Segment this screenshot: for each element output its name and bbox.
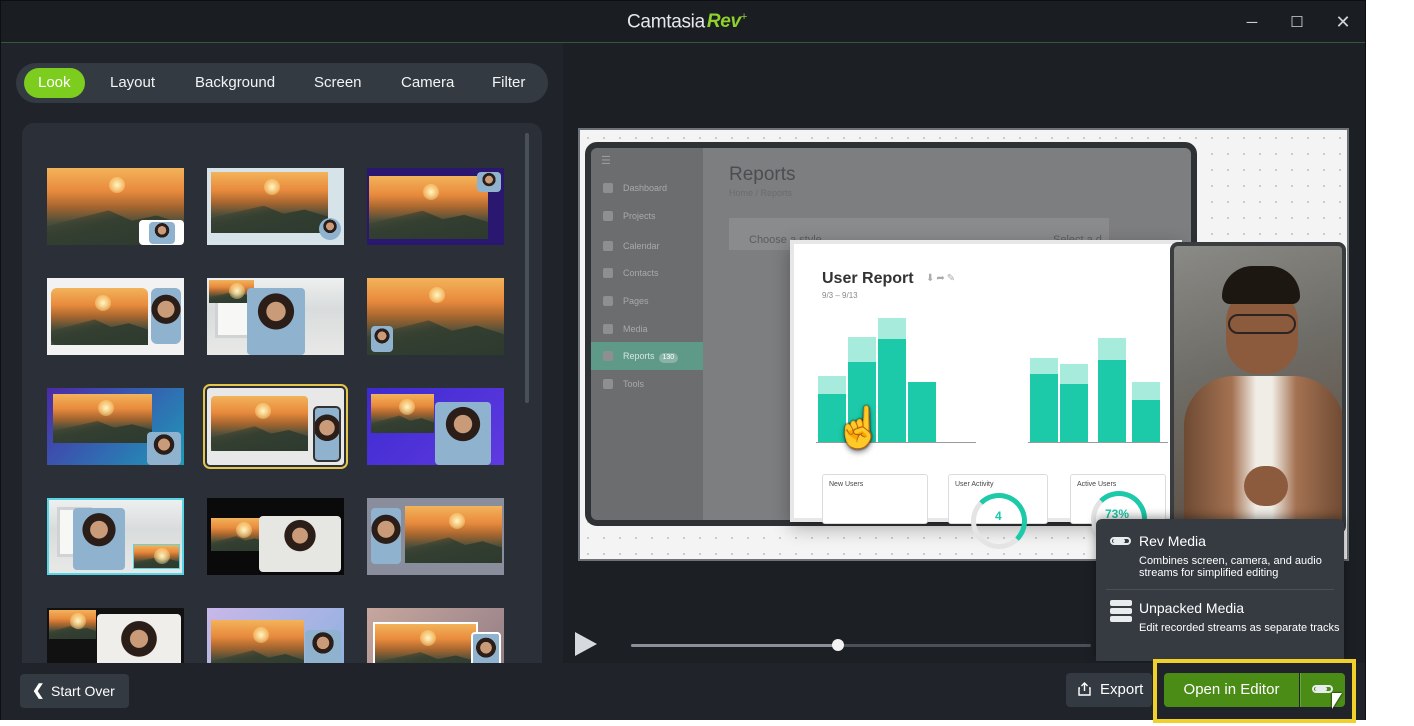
look-thumbnail[interactable] — [367, 278, 504, 355]
look-thumbnail[interactable] — [367, 388, 504, 465]
look-grid-panel — [22, 123, 542, 663]
look-thumbnail[interactable] — [367, 608, 504, 663]
dashboard-nav-item: Media — [591, 315, 703, 343]
option-description: Edit recorded streams as separate tracks — [1139, 622, 1340, 634]
dashboard-nav-item: Dashboard — [591, 174, 703, 202]
start-over-label: Start Over — [51, 683, 115, 699]
user-activity-card: User Activity 4 — [948, 474, 1048, 549]
close-button[interactable]: ✕ — [1332, 11, 1354, 33]
popup-divider — [1106, 589, 1334, 590]
scrubber-handle[interactable] — [832, 639, 844, 651]
camera-overlay — [1170, 242, 1346, 534]
tab-camera[interactable]: Camera — [387, 68, 468, 98]
new-users-label: New Users — [829, 481, 864, 488]
dashboard-sidebar: ☰ Dashboard Projects Calendar Contacts P… — [591, 148, 703, 520]
active-users-card: Active Users 73% — [1070, 474, 1166, 547]
look-thumbnail[interactable] — [367, 168, 504, 245]
open-in-editor-button[interactable]: Open in Editor — [1164, 673, 1299, 707]
title-bar: Camtasia Rev+ ─ ☐ ✕ — [1, 1, 1365, 43]
export-button[interactable]: Export — [1066, 673, 1152, 707]
tab-screen[interactable]: Screen — [300, 68, 376, 98]
look-tabs: Look Layout Background Screen Camera Fil… — [16, 63, 548, 103]
option-title: Unpacked Media — [1139, 600, 1245, 616]
chart-bar — [1030, 374, 1058, 442]
look-thumbnail[interactable] — [207, 278, 344, 355]
look-thumbnail[interactable] — [47, 498, 184, 575]
start-over-button[interactable]: ❮ Start Over — [20, 674, 129, 708]
look-thumbnail[interactable] — [47, 608, 184, 663]
dashboard-nav-item: Tools — [591, 370, 703, 398]
tab-filter[interactable]: Filter — [478, 68, 539, 98]
option-description: Combines screen, camera, and audio strea… — [1139, 555, 1322, 579]
chart-axis — [1028, 442, 1168, 443]
dashboard-nav-item: Contacts — [591, 259, 703, 287]
look-thumbnail[interactable] — [47, 168, 184, 245]
app-title: Camtasia Rev+ — [627, 11, 747, 33]
chevron-left-icon: ❮ — [32, 682, 45, 699]
option-unpacked-media[interactable]: Unpacked Media Edit recorded streams as … — [1106, 600, 1340, 652]
look-thumbnail[interactable] — [207, 608, 344, 663]
brand-suffix: Rev — [706, 11, 741, 33]
tab-look[interactable]: Look — [24, 68, 85, 98]
look-thumbnail[interactable] — [47, 388, 184, 465]
look-grid-scrollbar[interactable] — [525, 133, 529, 403]
export-label: Export — [1100, 681, 1144, 698]
look-thumbnail-selected[interactable] — [203, 384, 348, 469]
hamburger-icon: ☰ — [601, 155, 611, 167]
new-users-card: New Users — [822, 474, 928, 524]
tab-layout[interactable]: Layout — [96, 68, 169, 98]
chart-bar — [1060, 384, 1088, 442]
chart-bar — [908, 382, 936, 442]
toggle-icon — [1110, 537, 1131, 545]
option-title: Rev Media — [1139, 533, 1206, 549]
app-name: Camtasia — [627, 11, 705, 33]
reports-label: Reports — [623, 351, 655, 361]
reports-badge: 130 — [658, 353, 679, 363]
active-users-label: Active Users — [1077, 481, 1117, 488]
dashboard-page-title: Reports — [729, 164, 796, 185]
dashboard-breadcrumb: Home / Reports — [729, 188, 793, 198]
mouse-cursor-icon — [1332, 693, 1342, 709]
chart-bar — [1132, 400, 1160, 442]
report-action-icons: ⬇➦✎ — [926, 273, 958, 284]
look-thumbnail[interactable] — [207, 498, 344, 575]
user-report-card: User Report ⬇➦✎ 9/3 – 9/13 New Users Use… — [790, 240, 1182, 549]
editor-options-popup: Rev Media Combines screen, camera, and a… — [1096, 519, 1344, 661]
stacked-tracks-icon — [1110, 600, 1132, 624]
presenter-avatar — [1184, 266, 1342, 530]
report-date-range: 9/3 – 9/13 — [822, 291, 858, 300]
playback-progress — [631, 644, 838, 647]
share-icon — [1078, 682, 1091, 696]
look-thumbnail[interactable] — [367, 498, 504, 575]
play-button[interactable] — [575, 632, 597, 656]
user-activity-value: 4 — [995, 509, 1002, 523]
option-rev-media[interactable]: Rev Media Combines screen, camera, and a… — [1106, 533, 1340, 585]
chart-bar — [1098, 360, 1126, 442]
toggle-icon — [1312, 685, 1333, 693]
look-thumbnail[interactable] — [47, 278, 184, 355]
brand-plus: + — [740, 11, 747, 23]
report-title: User Report — [822, 270, 914, 287]
dashboard-nav-item: Pages — [591, 287, 703, 315]
tab-background[interactable]: Background — [181, 68, 289, 98]
minimize-button[interactable]: ─ — [1241, 11, 1263, 33]
pointer-hand-icon: ☝ — [834, 406, 884, 450]
look-thumbnail[interactable] — [207, 168, 344, 245]
user-activity-label: User Activity — [955, 481, 994, 488]
preview-canvas: ☰ Dashboard Projects Calendar Contacts P… — [578, 128, 1349, 561]
dashboard-nav-item: Calendar — [591, 232, 703, 260]
dashboard-nav-item-reports: Reports 130 — [591, 342, 703, 370]
camtasia-rev-window: Camtasia Rev+ ─ ☐ ✕ Look Layout Backgroun… — [0, 0, 1366, 723]
dashboard-nav-item: Projects — [591, 202, 703, 230]
maximize-button[interactable]: ☐ — [1286, 11, 1308, 33]
